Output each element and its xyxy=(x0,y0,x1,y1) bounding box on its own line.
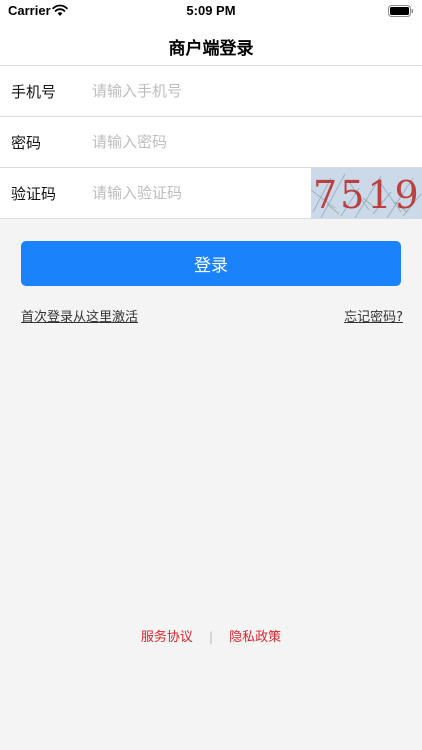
status-time: 5:09 PM xyxy=(186,3,236,18)
phone-row: 手机号 xyxy=(0,66,422,117)
footer-separator: | xyxy=(208,630,214,644)
activate-link[interactable]: 首次登录从这里激活 xyxy=(21,306,138,325)
navigation-bar: 商户端登录 xyxy=(0,22,422,66)
privacy-policy-link[interactable]: 隐私政策 xyxy=(229,630,281,645)
footer: 服务协议 | 隐私政策 xyxy=(0,626,422,645)
captcha-input[interactable] xyxy=(92,178,292,208)
captcha-label: 验证码 xyxy=(11,185,57,203)
login-button[interactable]: 登录 xyxy=(21,241,401,286)
forgot-password-link[interactable]: 忘记密码? xyxy=(344,306,403,325)
captcha-text: 7519 xyxy=(313,173,422,217)
phone-input[interactable] xyxy=(92,76,292,106)
password-row: 密码 xyxy=(0,117,422,168)
battery-icon xyxy=(388,5,414,17)
status-bar: Carrier 5:09 PM xyxy=(0,0,422,22)
password-label: 密码 xyxy=(11,134,42,152)
password-input[interactable] xyxy=(92,127,292,157)
service-agreement-link[interactable]: 服务协议 xyxy=(141,630,193,645)
captcha-image[interactable]: 7519 xyxy=(311,168,422,219)
captcha-row: 验证码 7519 xyxy=(0,168,422,219)
page-title: 商户端登录 xyxy=(168,39,254,59)
phone-label: 手机号 xyxy=(11,83,57,101)
